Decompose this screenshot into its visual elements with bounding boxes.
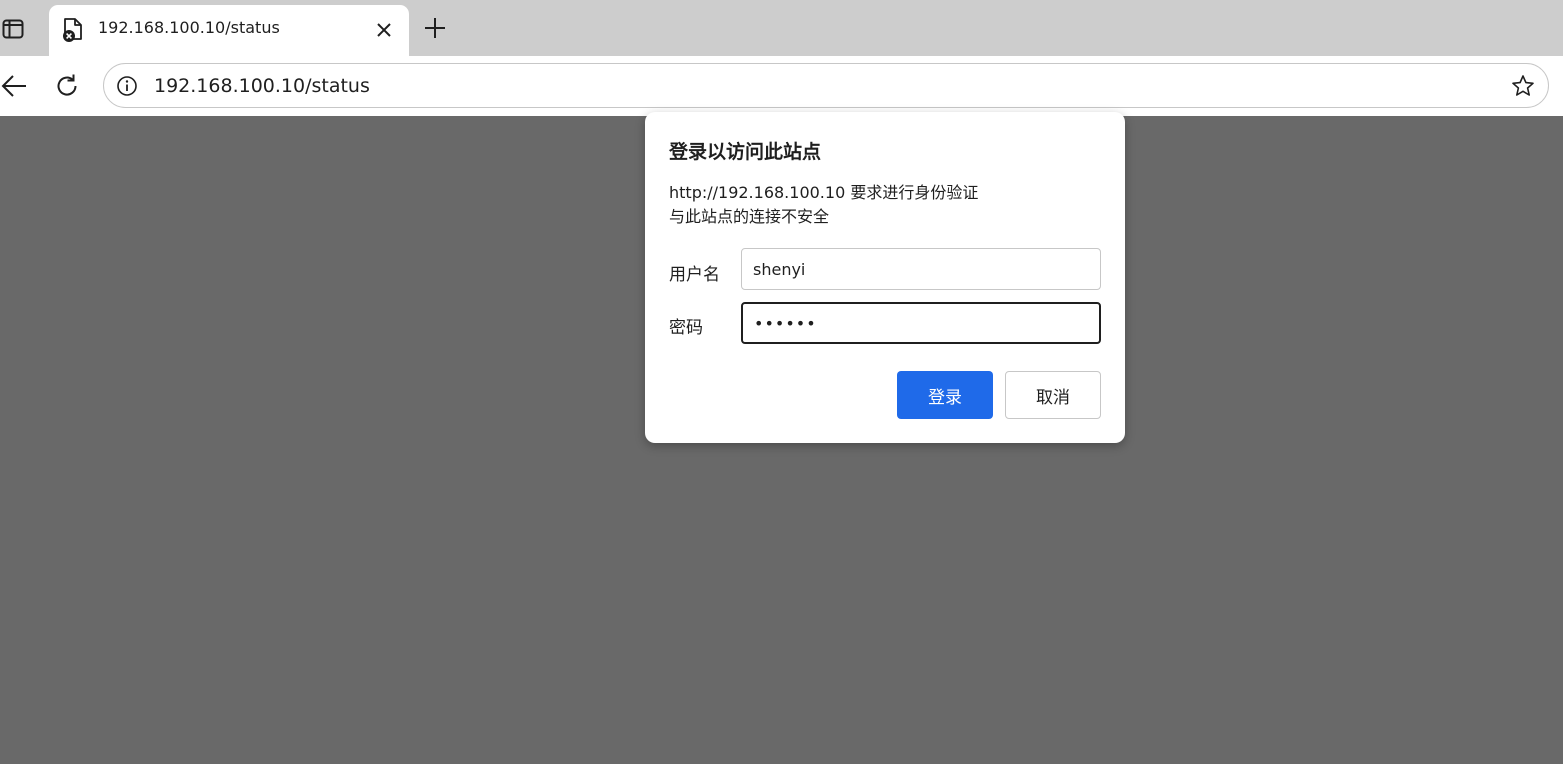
tab-title: 192.168.100.10/status: [98, 18, 280, 37]
tab-active[interactable]: 192.168.100.10/status: [49, 5, 409, 56]
reload-icon[interactable]: [52, 71, 82, 101]
login-button[interactable]: 登录: [897, 371, 993, 419]
back-arrow-icon[interactable]: [0, 72, 28, 100]
cancel-button[interactable]: 取消: [1005, 371, 1101, 419]
url-text[interactable]: 192.168.100.10/status: [154, 75, 370, 97]
password-field[interactable]: [741, 302, 1101, 344]
browser-window: 192.168.100.10/status 192.168.100.10/sta…: [0, 0, 1563, 764]
dialog-title: 登录以访问此站点: [669, 141, 822, 163]
username-label: 用户名: [669, 265, 720, 285]
page-error-icon: [61, 17, 85, 43]
info-icon[interactable]: [116, 75, 138, 97]
address-bar[interactable]: 192.168.100.10/status: [103, 63, 1549, 108]
toolbar: 192.168.100.10/status: [0, 56, 1563, 116]
auth-dialog: 登录以访问此站点 http://192.168.100.10 要求进行身份验证 …: [645, 112, 1125, 443]
close-icon[interactable]: [373, 19, 395, 41]
dialog-message-auth: http://192.168.100.10 要求进行身份验证: [669, 183, 979, 202]
password-label: 密码: [669, 318, 703, 338]
tab-actions-icon[interactable]: [0, 16, 26, 42]
star-icon[interactable]: [1510, 73, 1536, 99]
username-field[interactable]: [741, 248, 1101, 290]
tab-strip: 192.168.100.10/status: [0, 0, 1563, 56]
dialog-message-insecure: 与此站点的连接不安全: [669, 207, 830, 226]
plus-icon[interactable]: [421, 14, 449, 42]
